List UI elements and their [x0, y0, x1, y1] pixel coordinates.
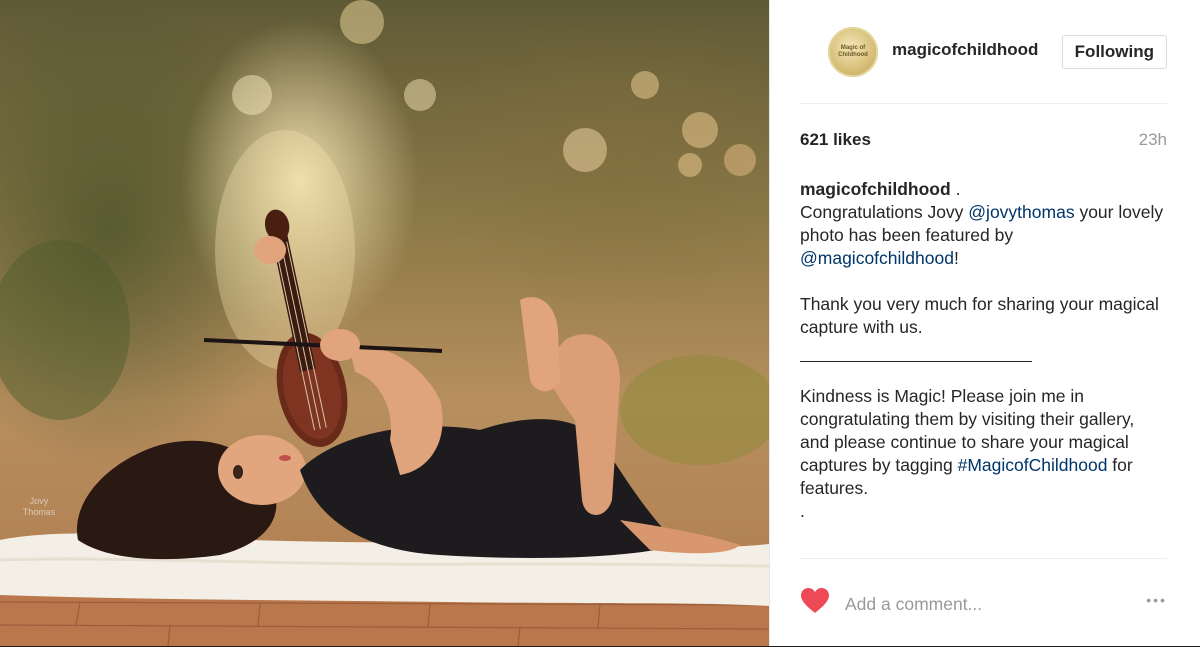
- caption-dot: .: [950, 179, 961, 199]
- mention-link-magicofchildhood[interactable]: @magicofchildhood: [800, 248, 954, 268]
- post-side-panel: Magic of Childhood magicofchildhood Foll…: [769, 0, 1200, 646]
- caption-paragraph-3: Kindness is Magic! Please join me in con…: [800, 385, 1167, 500]
- caption-divider: [800, 339, 1032, 362]
- heart-icon[interactable]: [800, 587, 830, 614]
- post-caption: magicofchildhood . Congratulations Jovy @…: [800, 178, 1167, 523]
- post-header: Magic of Childhood magicofchildhood Foll…: [800, 0, 1167, 104]
- more-options-icon[interactable]: •••: [1146, 592, 1167, 608]
- caption-username[interactable]: magicofchildhood: [800, 179, 951, 199]
- caption-trailing-dot: .: [800, 501, 805, 521]
- caption-text-1: Congratulations Jovy: [800, 202, 969, 222]
- following-button[interactable]: Following: [1061, 35, 1167, 69]
- header-username[interactable]: magicofchildhood: [892, 40, 1038, 60]
- photo-watermark: Jovy Thomas: [22, 496, 56, 517]
- caption-paragraph-1: magicofchildhood . Congratulations Jovy @…: [800, 178, 1167, 270]
- post-footer: •••: [800, 558, 1167, 647]
- photo-illustration: [0, 0, 769, 646]
- avatar-logo-text: Magic of Childhood: [838, 45, 868, 58]
- caption-text-3: !: [953, 248, 959, 268]
- instagram-post: Jovy Thomas Magic of Childhood magicofch…: [0, 0, 1200, 646]
- likes-count[interactable]: 621 likes: [800, 130, 871, 150]
- hashtag-link[interactable]: #MagicofChildhood: [958, 455, 1108, 475]
- comment-input[interactable]: [845, 592, 1115, 616]
- post-photo[interactable]: Jovy Thomas: [0, 0, 769, 646]
- post-stats: 621 likes 23h: [800, 130, 1167, 154]
- caption-paragraph-2: Thank you very much for sharing your mag…: [800, 294, 1159, 337]
- avatar[interactable]: Magic of Childhood: [828, 27, 878, 77]
- mention-link-jovythomas[interactable]: @jovythomas: [968, 202, 1074, 222]
- post-timestamp[interactable]: 23h: [1139, 130, 1167, 150]
